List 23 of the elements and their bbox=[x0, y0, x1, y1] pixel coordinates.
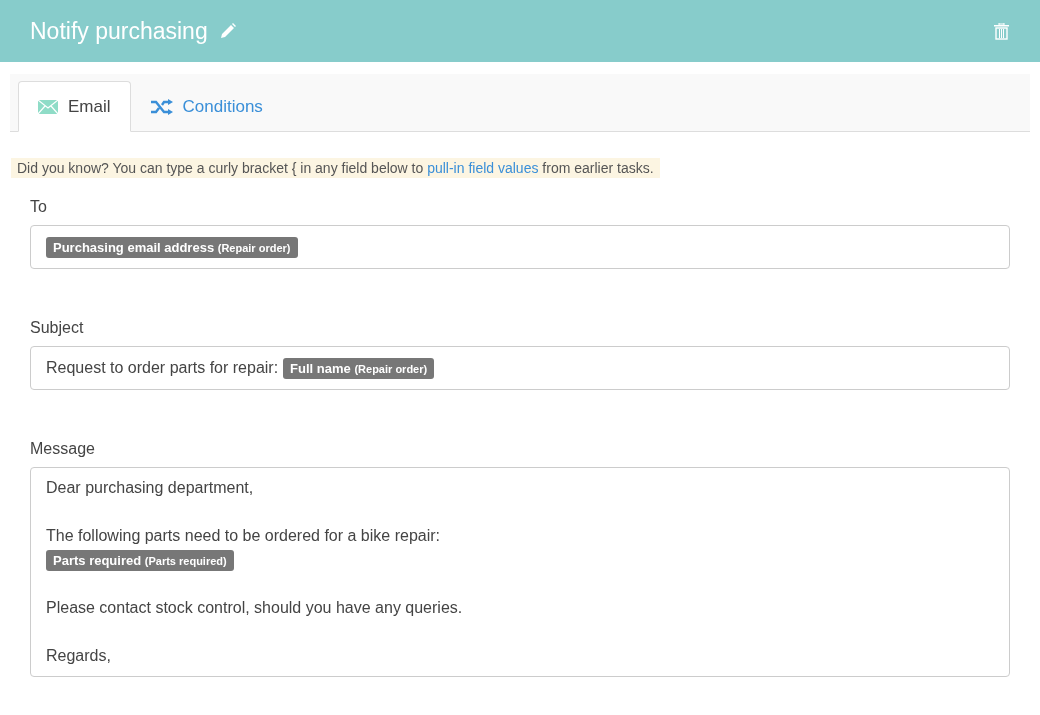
trash-icon[interactable] bbox=[994, 22, 1009, 40]
message-area[interactable]: Dear purchasing department, The following parts need to be ordered for a bike repair: Parts required (Parts required) Please contact stock control, should you have any queries. Regards, bbox=[30, 467, 1010, 677]
field-text: Dear purchasing department, bbox=[46, 479, 254, 497]
field-token[interactable]: Full name (Repair order) bbox=[283, 357, 435, 379]
field-token[interactable]: Parts required (Parts required) bbox=[46, 549, 234, 571]
field-text: Please contact stock control, should you have any queries. bbox=[46, 599, 463, 617]
page-title: Notify purchasing bbox=[30, 17, 208, 45]
input-field[interactable]: Request to order parts for repair: Full name (Repair order) bbox=[30, 346, 1010, 390]
field-text: The following parts need to be ordered for a bike repair: bbox=[46, 527, 440, 545]
field-label: To bbox=[30, 198, 48, 216]
tab[interactable]: Email bbox=[18, 81, 131, 132]
envelope-icon bbox=[38, 99, 58, 114]
edit-icon[interactable] bbox=[219, 23, 236, 39]
hint-text: Did you know? You can type a curly bracket { in any field below to pull-in field values from earlier tasks. bbox=[11, 158, 660, 178]
field-text: Regards, bbox=[46, 647, 111, 665]
field-label: Subject bbox=[30, 319, 85, 337]
field-label: Message bbox=[30, 440, 96, 458]
pull-in-link[interactable]: pull-in field values bbox=[427, 160, 539, 176]
input-field[interactable]: Purchasing email address (Repair order) bbox=[30, 225, 1010, 269]
field-token[interactable]: Purchasing email address (Repair order) bbox=[46, 236, 298, 258]
shuffle-icon bbox=[150, 98, 173, 115]
tab[interactable]: Conditions bbox=[130, 81, 283, 132]
field-text: Request to order parts for repair: bbox=[46, 359, 279, 377]
